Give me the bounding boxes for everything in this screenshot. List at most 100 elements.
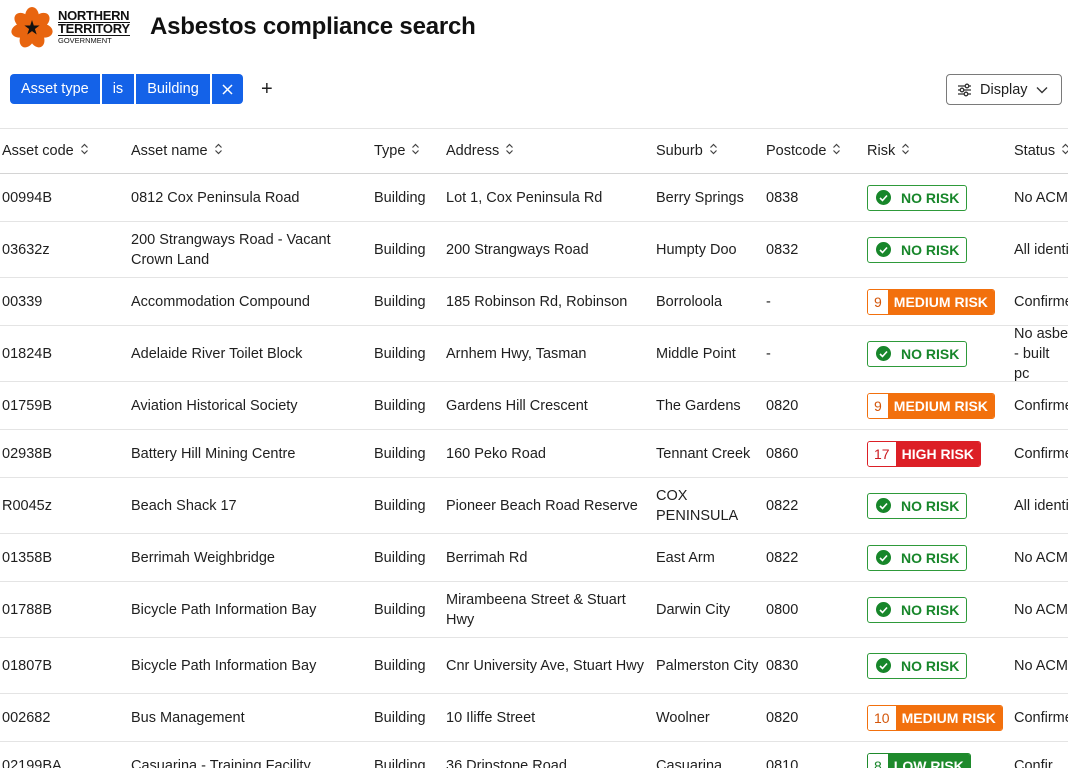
column-header-label: Asset code: [2, 143, 74, 159]
column-header-label: Asset name: [131, 143, 208, 159]
column-header-status[interactable]: Status: [1014, 143, 1068, 159]
display-options-button[interactable]: Display: [946, 74, 1062, 105]
table-row[interactable]: 01759B Aviation Historical Society Buildin…: [0, 382, 1068, 430]
address-cell: 10 Iliffe Street: [446, 709, 536, 726]
postcode-cell: -: [766, 293, 771, 310]
risk-badge: NO RISK: [867, 544, 968, 571]
risk-cell: NO RISK: [867, 652, 968, 679]
nt-government-logo[interactable]: NORTHERN TERRITORY GOVERNMENT: [10, 6, 136, 50]
asset-name-cell: 200 Strangways Road - Vacant Crown Land: [131, 231, 331, 268]
postcode-cell: 0820: [766, 397, 799, 414]
type-cell: Building: [374, 709, 426, 726]
asset-code-cell: 01788B: [2, 601, 52, 618]
asset-name-cell: Casuarina - Training Facility: [131, 757, 311, 768]
risk-cell: 9 MEDIUM RISK: [867, 288, 995, 315]
suburb-cell: Berry Springs: [656, 189, 744, 206]
asset-name-cell: Aviation Historical Society: [131, 397, 298, 414]
risk-cell: 17 HIGH RISK: [867, 440, 981, 467]
postcode-cell: 0838: [766, 189, 799, 206]
logo-line-2: TERRITORY: [58, 21, 130, 36]
risk-label: HIGH RISK: [895, 441, 980, 466]
sort-icon: [411, 143, 420, 159]
postcode-cell: 0810: [766, 757, 799, 768]
table-body: 00994B 0812 Cox Peninsula Road Building Lot…: [0, 174, 1068, 768]
address-cell: Pioneer Beach Road Reserve: [446, 497, 638, 514]
column-header-suburb[interactable]: Suburb: [656, 143, 718, 159]
address-cell: Berrimah Rd: [446, 549, 528, 566]
filter-field-chip[interactable]: Asset type: [10, 74, 100, 104]
column-header-address[interactable]: Address: [446, 143, 514, 159]
column-header-type[interactable]: Type: [374, 143, 420, 159]
add-filter-button[interactable]: +: [259, 74, 275, 104]
status-cell: No ACM: [1014, 657, 1068, 674]
risk-cell: NO RISK: [867, 596, 968, 623]
status-cell: Confirme: [1014, 397, 1068, 414]
column-header-postcode[interactable]: Postcode: [766, 143, 841, 159]
postcode-cell: 0832: [766, 241, 799, 258]
address-cell: 200 Strangways Road: [446, 241, 589, 258]
column-header-asset-code[interactable]: Asset code: [2, 143, 89, 159]
risk-label: NO RISK: [901, 497, 960, 514]
suburb-cell: Darwin City: [656, 601, 731, 618]
nt-flower-emblem-icon: [11, 7, 53, 48]
suburb-cell: COX PENINSULA: [656, 487, 739, 524]
risk-cell: NO RISK: [867, 236, 968, 263]
type-cell: Building: [374, 189, 426, 206]
address-cell: Arnhem Hwy, Tasman: [446, 345, 587, 362]
table-row[interactable]: 01358B Berrimah Weighbridge Building Berrim…: [0, 534, 1068, 582]
risk-cell: NO RISK: [867, 340, 968, 367]
column-header-asset-name[interactable]: Asset name: [131, 143, 223, 159]
table-row[interactable]: 01824B Adelaide River Toilet Block Buildin…: [0, 326, 1068, 382]
asset-name-cell: Bicycle Path Information Bay: [131, 601, 317, 618]
postcode-cell: 0820: [766, 709, 799, 726]
table-header: Asset code Asset name Type Address Suburb Pos…: [0, 128, 1068, 174]
table-row[interactable]: 03632z 200 Strangways Road - Vacant Crown…: [0, 222, 1068, 278]
suburb-cell: Middle Point: [656, 345, 736, 362]
risk-badge: NO RISK: [867, 492, 968, 519]
column-header-label: Address: [446, 143, 500, 159]
table-row[interactable]: 01788B Bicycle Path Information Bay Buildi…: [0, 582, 1068, 638]
table-row[interactable]: 00994B 0812 Cox Peninsula Road Building Lot…: [0, 174, 1068, 222]
asset-code-cell: 00994B: [2, 189, 52, 206]
column-header-risk[interactable]: Risk: [867, 143, 910, 159]
logo-line-3: GOVERNMENT: [58, 36, 112, 45]
remove-filter-button[interactable]: [211, 74, 243, 104]
type-cell: Building: [374, 657, 426, 674]
sort-icon: [832, 143, 841, 159]
risk-score: 17: [868, 441, 896, 466]
asset-table: Asset code Asset name Type Address Suburb Pos…: [0, 128, 1068, 768]
risk-score: 10: [868, 705, 896, 730]
page-title: Asbestos compliance search: [150, 13, 476, 40]
risk-badge: 9 MEDIUM RISK: [867, 288, 995, 315]
filter-value-chip[interactable]: Building: [136, 74, 210, 104]
asset-code-cell: 01358B: [2, 549, 52, 566]
asset-code-cell: R0045z: [2, 497, 52, 514]
suburb-cell: Humpty Doo: [656, 241, 737, 258]
logo-wordmark: NORTHERN TERRITORY GOVERNMENT: [58, 9, 130, 45]
sort-icon: [901, 143, 910, 159]
risk-badge: NO RISK: [867, 652, 968, 679]
address-cell: 160 Peko Road: [446, 445, 546, 462]
table-row[interactable]: R0045z Beach Shack 17 Building Pioneer Beac…: [0, 478, 1068, 534]
risk-score: 9: [868, 393, 888, 418]
table-row[interactable]: 002682 Bus Management Building 10 Iliffe St…: [0, 694, 1068, 742]
filter-bar: Asset type is Building +: [10, 74, 275, 104]
postcode-cell: -: [766, 345, 771, 362]
postcode-cell: 0800: [766, 601, 799, 618]
display-button-label: Display: [980, 81, 1028, 98]
check-circle-icon: [876, 346, 891, 361]
table-row[interactable]: 00339 Accommodation Compound Building 185 R…: [0, 278, 1068, 326]
table-row[interactable]: 02199BA Casuarina - Training Facility Buil…: [0, 742, 1068, 768]
risk-label: NO RISK: [901, 601, 960, 618]
close-icon: [222, 83, 233, 95]
table-row[interactable]: 02938B Battery Hill Mining Centre Building…: [0, 430, 1068, 478]
table-row[interactable]: 01807B Bicycle Path Information Bay Buildi…: [0, 638, 1068, 694]
suburb-cell: Woolner: [656, 709, 710, 726]
risk-badge: 17 HIGH RISK: [867, 440, 981, 467]
filter-operator-chip[interactable]: is: [101, 74, 135, 104]
status-cell: No ACM: [1014, 601, 1068, 618]
column-header-label: Type: [374, 143, 406, 159]
check-circle-icon: [876, 550, 891, 565]
status-cell: No ACM: [1014, 549, 1068, 566]
status-cell: Confir: [1014, 757, 1053, 768]
